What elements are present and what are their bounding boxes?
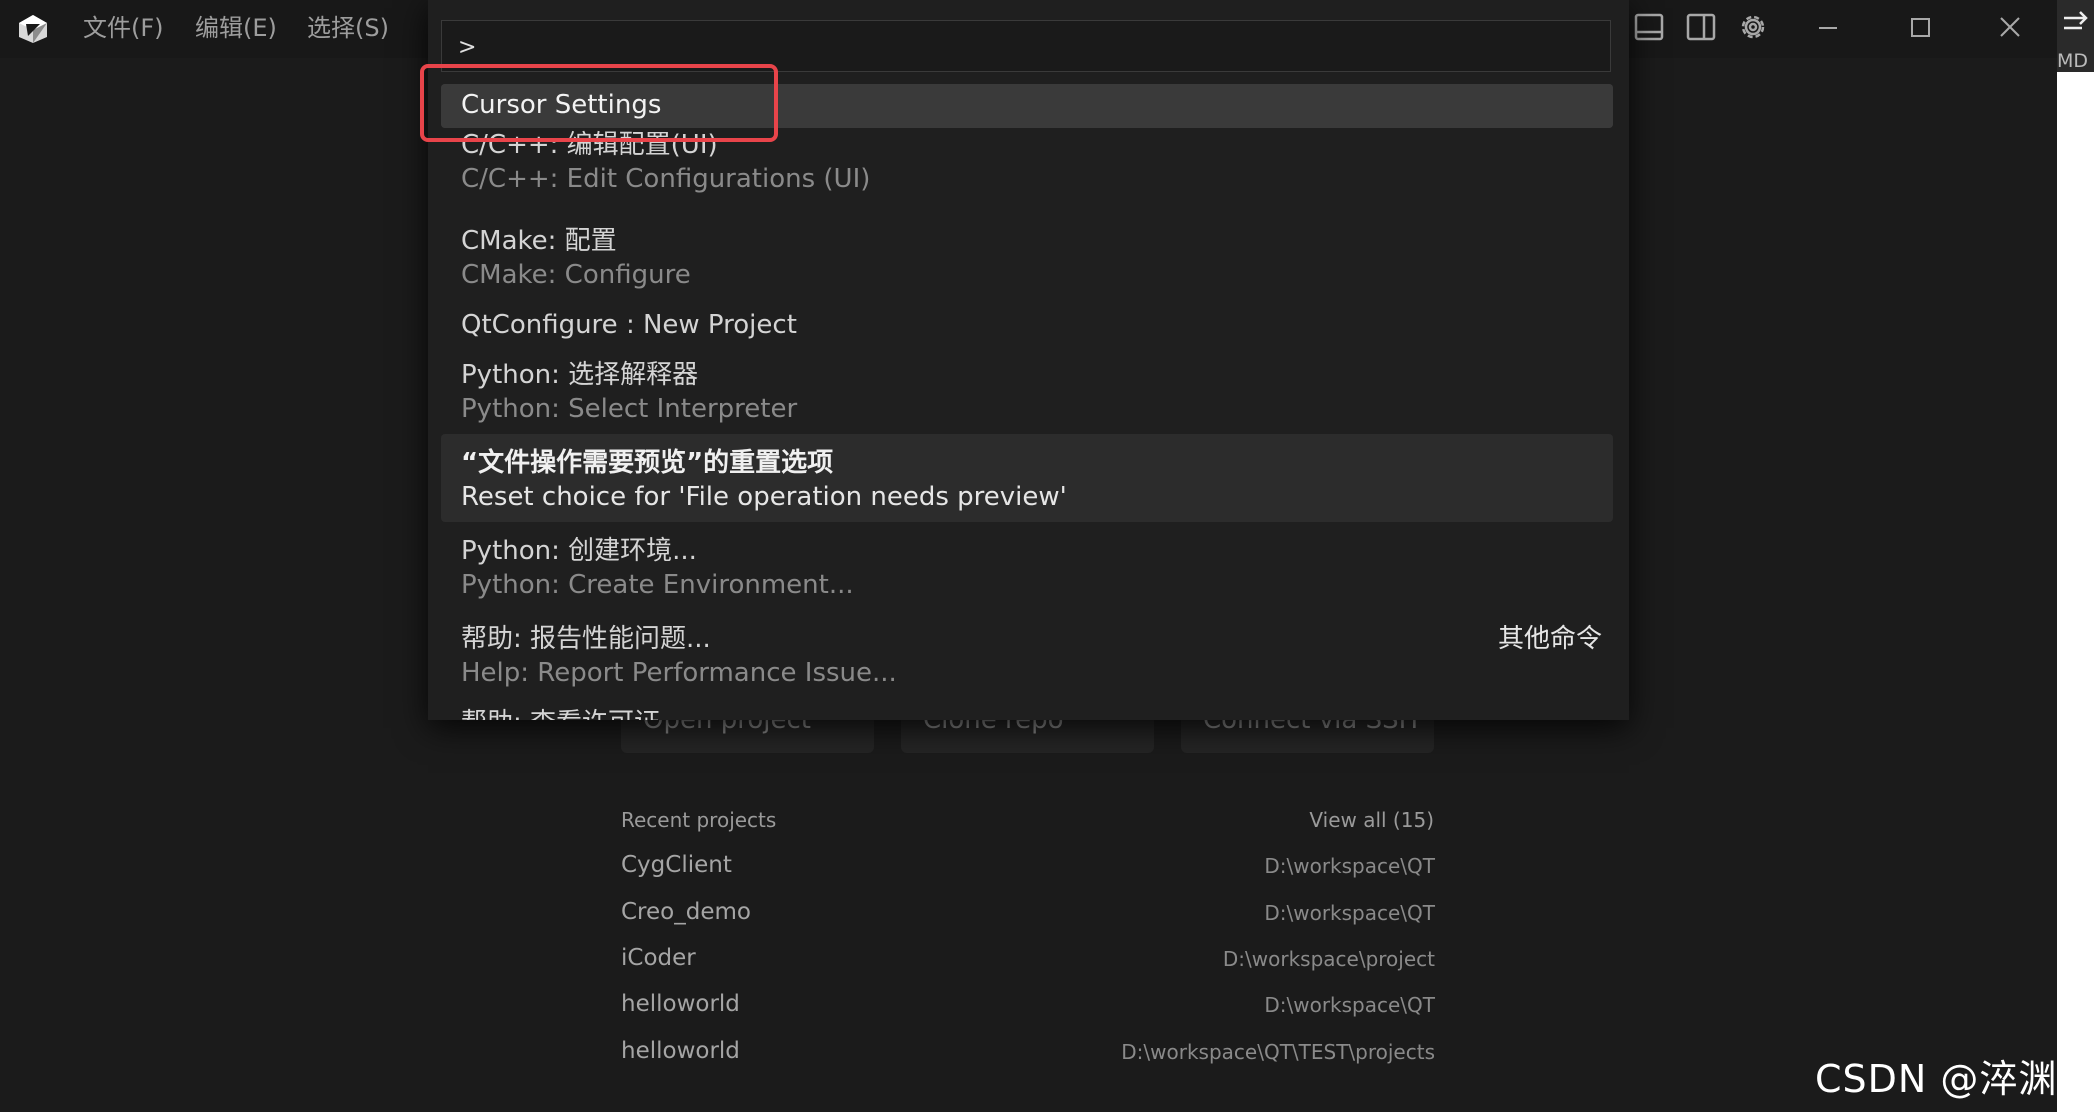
- other-commands-tag: 其他命令: [1498, 624, 1603, 654]
- recent-project-name[interactable]: helloworld: [621, 991, 740, 1017]
- command-item[interactable]: CMake: 配置 CMake: Configure: [441, 216, 1613, 300]
- menu-file[interactable]: 文件(F): [83, 10, 164, 46]
- command-label: 帮助: 查看许可证: [461, 702, 660, 720]
- adjacent-window-label: MD 编: [2057, 50, 2094, 72]
- command-english-label: Python: Create Environment...: [461, 570, 854, 600]
- command-english-label: Reset choice for 'File operation needs p…: [461, 482, 1067, 512]
- recent-project-path: D:\workspace\QT: [1264, 901, 1435, 925]
- menu-select[interactable]: 选择(S): [307, 10, 389, 46]
- recent-project-name[interactable]: CygClient: [621, 852, 732, 878]
- settings-gear-icon[interactable]: [1736, 10, 1770, 44]
- key-plus: +: [1262, 96, 1282, 121]
- command-item[interactable]: 帮助: 报告性能问题... Help: Report Performance I…: [441, 614, 1613, 698]
- command-label: 帮助: 报告性能问题...: [461, 624, 711, 654]
- recent-project-name[interactable]: iCoder: [621, 945, 696, 971]
- recent-project-path: D:\workspace\QT: [1264, 854, 1435, 878]
- command-english-label: CMake: Configure: [461, 260, 691, 290]
- recent-project-path: D:\workspace\QT\TEST\projects: [1121, 1040, 1435, 1064]
- menu-edit[interactable]: 编辑(E): [195, 10, 277, 46]
- configure-keybinding-gear-icon[interactable]: [1569, 92, 1597, 120]
- key-j: J: [1393, 92, 1417, 125]
- command-item[interactable]: Python: 创建环境... Python: Create Environme…: [441, 526, 1613, 608]
- recent-project-name[interactable]: Creo_demo: [621, 899, 751, 925]
- recent-project-name[interactable]: helloworld: [621, 1038, 740, 1064]
- command-english-label: Python: Select Interpreter: [461, 394, 798, 424]
- close-icon[interactable]: [1990, 10, 2030, 46]
- command-english-label: Help: Report Performance Issue...: [461, 658, 897, 688]
- command-item[interactable]: Python: 选择解释器 Python: Select Interpreter: [441, 350, 1613, 432]
- toggle-sidebar-icon[interactable]: [1684, 10, 1718, 44]
- command-label: “文件操作需要预览”的重置选项: [461, 448, 834, 478]
- annotation-highlight-box: [420, 64, 778, 142]
- minimize-icon[interactable]: [1808, 10, 1848, 46]
- recent-project-path: D:\workspace\QT: [1264, 993, 1435, 1017]
- recent-project-path: D:\workspace\project: [1222, 947, 1435, 971]
- command-item-hovered[interactable]: “文件操作需要预览”的重置选项 Reset choice for 'File o…: [441, 434, 1613, 522]
- toggle-panel-icon[interactable]: [1632, 10, 1666, 44]
- command-item[interactable]: 帮助: 查看许可证: [441, 700, 1613, 720]
- command-item[interactable]: QtConfigure : New Project: [441, 306, 1613, 346]
- command-english-label: C/C++: Edit Configurations (UI): [461, 164, 871, 194]
- view-all-link[interactable]: View all (15): [1309, 808, 1434, 832]
- watermark: CSDN @淬渊阁: [1815, 1057, 2094, 1101]
- key-shift: Shift: [1291, 92, 1355, 125]
- command-label: CMake: 配置: [461, 226, 617, 256]
- recently-used-tag: 最近使用: [1450, 96, 1555, 126]
- recent-projects-heading: Recent projects: [621, 808, 777, 832]
- swap-arrows-icon[interactable]: [2060, 8, 2090, 38]
- maximize-icon[interactable]: [1900, 10, 1940, 46]
- command-label: QtConfigure : New Project: [461, 310, 797, 340]
- key-plus: +: [1364, 96, 1384, 121]
- command-label: Python: 创建环境...: [461, 536, 697, 566]
- keybinding: Ctrl + Shift + J: [1199, 92, 1417, 125]
- cursor-logo-icon[interactable]: [16, 12, 50, 46]
- command-label: Python: 选择解释器: [461, 360, 699, 390]
- adjacent-window: [2057, 0, 2094, 1112]
- key-ctrl: Ctrl: [1199, 92, 1253, 125]
